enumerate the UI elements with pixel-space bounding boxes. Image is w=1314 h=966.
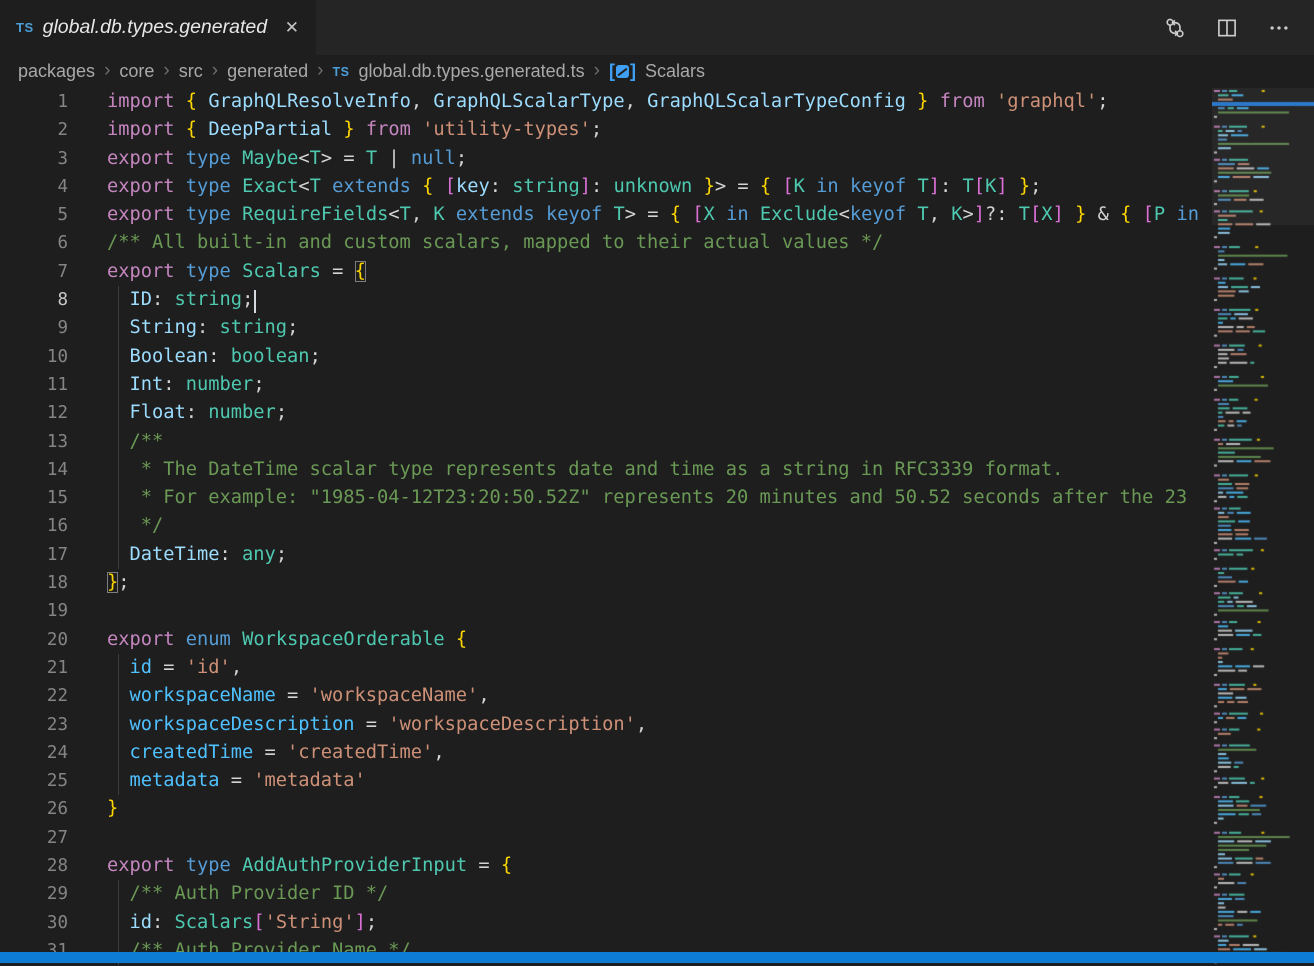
code-line[interactable]: 6/** All built-in and custom scalars, ma…	[0, 229, 1212, 257]
code-line[interactable]: 8 ID: string;	[0, 286, 1212, 314]
breadcrumb-item-scalars[interactable]: Scalars	[645, 61, 705, 82]
split-editor-icon[interactable]	[1214, 15, 1240, 41]
code-line[interactable]: 15 * For example: "1985-04-12T23:20:50.5…	[0, 484, 1212, 512]
code-line[interactable]: 17 DateTime: any;	[0, 541, 1212, 569]
code-line[interactable]: 5export type RequireFields<T, K extends …	[0, 201, 1212, 229]
code-line[interactable]: 2import { DeepPartial } from 'utility-ty…	[0, 116, 1212, 144]
code-line[interactable]: 30 id: Scalars['String'];	[0, 909, 1212, 937]
breadcrumb-separator: ›	[163, 60, 169, 82]
code-line[interactable]: 19	[0, 597, 1212, 625]
breadcrumb-item-filename[interactable]: global.db.types.generated.ts	[358, 61, 584, 82]
code-line[interactable]: 3export type Maybe<T> = T | null;	[0, 145, 1212, 173]
line-number: 24	[0, 739, 68, 767]
typescript-file-icon: TS	[332, 65, 349, 79]
code-line[interactable]: 22 workspaceName = 'workspaceName',	[0, 682, 1212, 710]
line-number: 17	[0, 541, 68, 569]
breadcrumb-separator: ›	[317, 60, 323, 82]
line-number: 1	[0, 88, 68, 116]
line-number: 20	[0, 626, 68, 654]
line-number: 4	[0, 173, 68, 201]
code-line[interactable]: 7export type Scalars = {	[0, 258, 1212, 286]
symbol-type-icon: []	[609, 61, 636, 82]
code-line[interactable]: 24 createdTime = 'createdTime',	[0, 739, 1212, 767]
line-number: 11	[0, 371, 68, 399]
line-number: 26	[0, 795, 68, 823]
line-number: 7	[0, 258, 68, 286]
code-line[interactable]: 11 Int: number;	[0, 371, 1212, 399]
line-number: 22	[0, 682, 68, 710]
code-line[interactable]: 28export type AddAuthProviderInput = {	[0, 852, 1212, 880]
code-line[interactable]: 23 workspaceDescription = 'workspaceDesc…	[0, 711, 1212, 739]
code-line[interactable]: 10 Boolean: boolean;	[0, 343, 1212, 371]
breadcrumb-item-packages[interactable]: packages	[18, 61, 95, 82]
more-actions-icon[interactable]	[1266, 15, 1292, 41]
line-number: 13	[0, 428, 68, 456]
line-number: 25	[0, 767, 68, 795]
typescript-file-icon: TS	[16, 20, 34, 35]
code-line[interactable]: 26}	[0, 795, 1212, 823]
line-number: 30	[0, 909, 68, 937]
vscode-window: TS global.db.types.generated.ts ✕	[0, 0, 1314, 966]
line-number: 14	[0, 456, 68, 484]
line-number: 16	[0, 512, 68, 540]
line-number: 10	[0, 343, 68, 371]
line-number: 29	[0, 880, 68, 908]
bottom-highlight-bar	[0, 952, 1314, 963]
minimap-slider[interactable]	[1212, 88, 1314, 225]
text-cursor	[254, 290, 256, 313]
line-number: 9	[0, 314, 68, 342]
code-line[interactable]: 1import { GraphQLResolveInfo, GraphQLSca…	[0, 88, 1212, 116]
line-number: 8	[0, 286, 68, 314]
line-number: 12	[0, 399, 68, 427]
code-line[interactable]: 20export enum WorkspaceOrderable {	[0, 626, 1212, 654]
line-number: 2	[0, 116, 68, 144]
code-line[interactable]: 21 id = 'id',	[0, 654, 1212, 682]
line-number: 28	[0, 852, 68, 880]
line-number: 27	[0, 824, 68, 852]
line-number: 18	[0, 569, 68, 597]
line-number: 19	[0, 597, 68, 625]
minimap[interactable]	[1212, 88, 1314, 966]
line-number: 15	[0, 484, 68, 512]
code-line[interactable]: 4export type Exact<T extends { [key: str…	[0, 173, 1212, 201]
code-line[interactable]: 14 * The DateTime scalar type represents…	[0, 456, 1212, 484]
breadcrumb-separator: ›	[212, 60, 218, 82]
tab-title: global.db.types.generated.ts	[43, 16, 268, 39]
line-number: 23	[0, 711, 68, 739]
line-number: 3	[0, 145, 68, 173]
tab-global-db-types-generated[interactable]: TS global.db.types.generated.ts ✕	[0, 0, 316, 55]
editor-actions	[1162, 0, 1314, 55]
breadcrumb-item-core[interactable]: core	[119, 61, 154, 82]
code-line[interactable]: 9 String: string;	[0, 314, 1212, 342]
code-line[interactable]: 29 /** Auth Provider ID */	[0, 880, 1212, 908]
code-line[interactable]: 25 metadata = 'metadata'	[0, 767, 1212, 795]
line-number: 5	[0, 201, 68, 229]
breadcrumb-separator: ›	[104, 60, 110, 82]
breadcrumb: packages › core › src › generated › TS g…	[0, 55, 1314, 88]
line-number: 6	[0, 229, 68, 257]
code-line[interactable]: 27	[0, 824, 1212, 852]
compare-changes-icon[interactable]	[1162, 15, 1188, 41]
code-line[interactable]: 16 */	[0, 512, 1212, 540]
breadcrumb-item-generated[interactable]: generated	[227, 61, 308, 82]
breadcrumb-item-src[interactable]: src	[179, 61, 203, 82]
code-line[interactable]: 12 Float: number;	[0, 399, 1212, 427]
breadcrumb-separator: ›	[594, 60, 600, 82]
line-number: 21	[0, 654, 68, 682]
tab-bar: TS global.db.types.generated.ts ✕	[0, 0, 1314, 55]
code-line[interactable]: 18};	[0, 569, 1212, 597]
close-icon[interactable]: ✕	[282, 16, 302, 40]
code-line[interactable]: 13 /**	[0, 428, 1212, 456]
code-area[interactable]: 1import { GraphQLResolveInfo, GraphQLSca…	[0, 88, 1212, 966]
